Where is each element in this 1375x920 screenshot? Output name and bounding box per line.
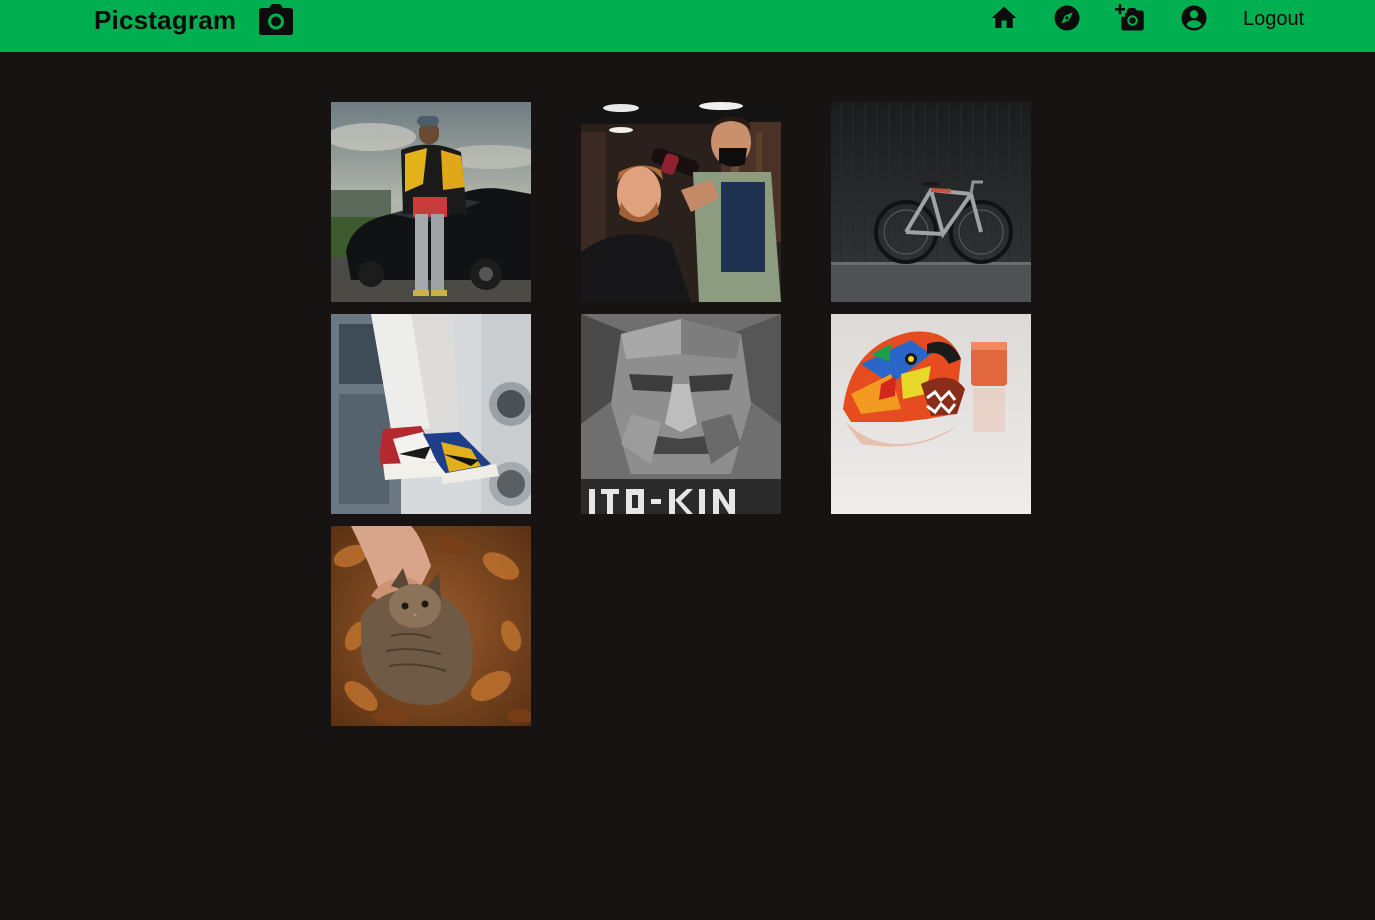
post-thumbnail[interactable]: [331, 314, 531, 514]
photo-beaded-jaguar: [831, 314, 1031, 514]
photo-person-with-car: [331, 102, 531, 302]
navbar: Picstagram Logout: [0, 0, 1375, 52]
brand-title: Picstagram: [94, 4, 237, 35]
photo-sneakers: [331, 314, 531, 514]
home-icon[interactable]: [989, 3, 1019, 33]
camera-icon: [259, 4, 294, 35]
post-thumbnail[interactable]: [331, 102, 531, 302]
post-thumbnail[interactable]: [831, 102, 1031, 302]
photo-cat-in-leaves: [331, 526, 531, 726]
logout-link[interactable]: Logout: [1243, 8, 1304, 31]
post-thumbnail[interactable]: [581, 102, 781, 302]
account-icon[interactable]: [1179, 3, 1209, 33]
post-thumbnail[interactable]: [331, 526, 531, 726]
photo-stone-face: [581, 314, 781, 514]
brand-link[interactable]: Picstagram: [94, 4, 294, 36]
explore-icon[interactable]: [1052, 3, 1082, 33]
add-photo-icon[interactable]: [1115, 3, 1145, 33]
photo-bicycle: [831, 102, 1031, 302]
post-thumbnail[interactable]: [831, 314, 1031, 514]
post-thumbnail[interactable]: [581, 314, 781, 514]
photo-grid: [331, 102, 1031, 726]
photo-barber: [581, 102, 781, 302]
